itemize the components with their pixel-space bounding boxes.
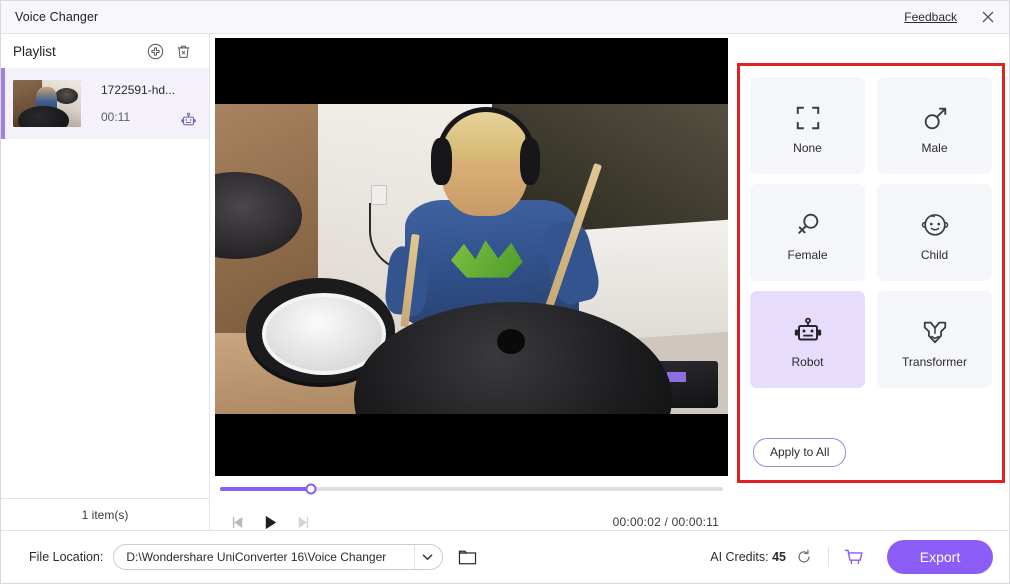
player-panel: 00:00:02 / 00:00:11	[210, 34, 733, 530]
robot-icon	[793, 311, 823, 353]
effect-label: None	[793, 140, 822, 155]
list-item-duration: 00:11	[101, 110, 131, 124]
titlebar: Voice Changer Feedback	[1, 1, 1009, 34]
effect-card-robot[interactable]: Robot	[750, 291, 865, 388]
window-title: Voice Changer	[15, 10, 99, 24]
video-thumbnail	[13, 80, 81, 127]
playlist-footer: 1 item(s)	[1, 498, 209, 530]
file-location-value: D:\Wondershare UniConverter 16\Voice Cha…	[126, 550, 387, 564]
list-item-name: 1722591-hd...	[101, 83, 176, 97]
progress-row	[214, 476, 729, 502]
list-item-meta: 1722591-hd... 00:11	[81, 80, 177, 127]
effect-label: Robot	[791, 354, 824, 369]
file-location-input[interactable]: D:\Wondershare UniConverter 16\Voice Cha…	[113, 544, 444, 570]
robot-icon[interactable]	[177, 107, 199, 129]
main-body: Playlist 1722591-hd... 00:11 1 item(s) 0…	[1, 34, 1009, 530]
effect-card-transformer[interactable]: Transformer	[877, 291, 992, 388]
ai-credits-label: AI Credits: 45	[710, 550, 786, 564]
feedback-link[interactable]: Feedback	[904, 10, 957, 24]
apply-to-all-button[interactable]: Apply to All	[753, 438, 847, 467]
item-count-label: 1 item(s)	[81, 507, 129, 522]
list-item[interactable]: 1722591-hd... 00:11	[1, 68, 209, 139]
effects-spacer	[750, 388, 992, 438]
effect-card-none[interactable]: None	[750, 77, 865, 174]
effect-label: Child	[920, 247, 949, 262]
file-location-label: File Location:	[29, 550, 104, 564]
child-face-icon	[920, 204, 950, 246]
close-icon[interactable]	[977, 6, 999, 28]
ai-credits-prefix: AI Credits:	[710, 550, 769, 564]
chevron-down-icon[interactable]	[414, 545, 440, 569]
none-frame-icon	[795, 97, 821, 139]
cart-icon[interactable]	[841, 544, 867, 570]
effects-panel-container: None Male Female Child Robot Transformer…	[733, 34, 1009, 530]
effect-card-male[interactable]: Male	[877, 77, 992, 174]
playlist-panel: Playlist 1722591-hd... 00:11 1 item(s)	[1, 34, 210, 530]
male-icon	[921, 97, 949, 139]
ai-credits-value: 45	[772, 550, 786, 564]
bottom-divider	[828, 547, 829, 567]
effect-label: Male	[921, 140, 948, 155]
video-preview[interactable]	[215, 38, 728, 476]
refresh-icon[interactable]	[792, 545, 816, 569]
voice-effects-panel: None Male Female Child Robot Transformer…	[737, 63, 1005, 483]
bottom-bar: File Location: D:\Wondershare UniConvert…	[1, 530, 1009, 583]
effects-grid: None Male Female Child Robot Transformer	[750, 77, 992, 388]
progress-fill	[220, 487, 311, 491]
add-circle-icon[interactable]	[143, 39, 167, 63]
playlist-title: Playlist	[13, 43, 56, 59]
progress-handle[interactable]	[305, 483, 317, 495]
trash-icon[interactable]	[171, 39, 195, 63]
export-button[interactable]: Export	[887, 540, 993, 574]
effect-card-child[interactable]: Child	[877, 184, 992, 281]
effect-label: Transformer	[902, 354, 967, 369]
effect-card-female[interactable]: Female	[750, 184, 865, 281]
playlist-header: Playlist	[1, 34, 209, 68]
progress-scrubber[interactable]	[220, 483, 723, 495]
video-frame	[215, 104, 728, 414]
time-display: 00:00:02 / 00:00:11	[612, 515, 719, 529]
transformer-icon	[921, 311, 949, 353]
folder-icon[interactable]	[453, 544, 481, 570]
voice-changer-window: Voice Changer Feedback Playlist 1722591-…	[0, 0, 1010, 584]
effect-label: Female	[787, 247, 828, 262]
female-icon	[794, 204, 822, 246]
playlist-items: 1722591-hd... 00:11	[1, 68, 209, 498]
